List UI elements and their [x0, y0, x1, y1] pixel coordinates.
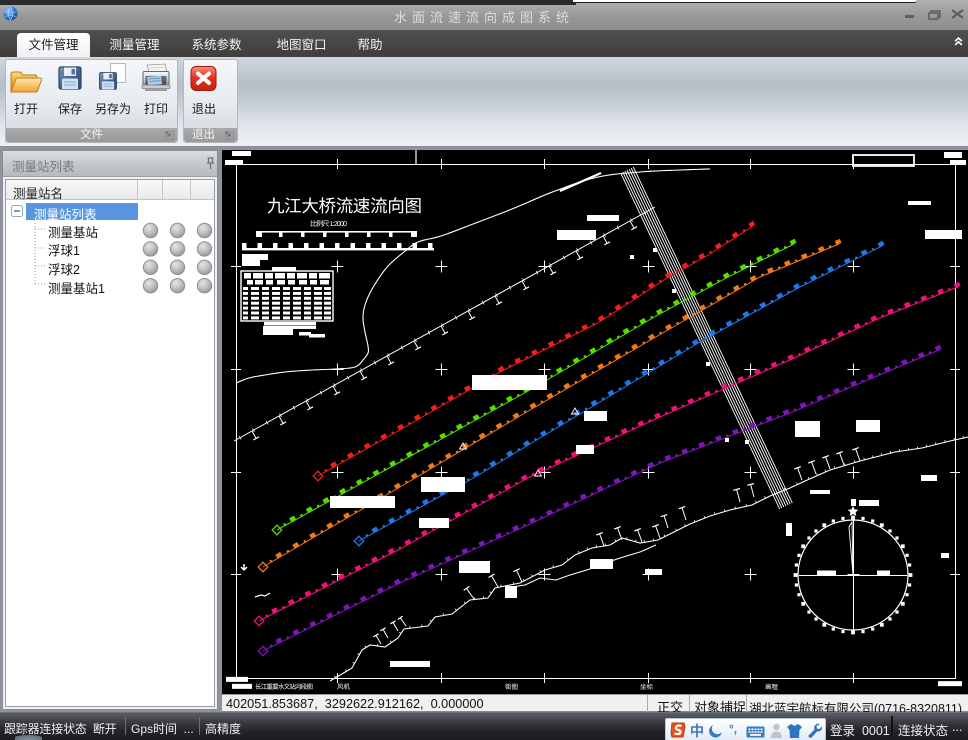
svg-text:长江重要水文站河段图: 长江重要水文站河段图 — [255, 683, 313, 691]
svg-text:风机: 风机 — [337, 683, 351, 691]
svg-text:九江大桥流速流向图: 九江大桥流速流向图 — [267, 196, 422, 216]
svg-text:比例尺 1:2000: 比例尺 1:2000 — [310, 220, 347, 228]
svg-text:坐标: 坐标 — [640, 683, 654, 691]
svg-text:高程: 高程 — [765, 683, 779, 691]
svg-text:街图: 街图 — [505, 683, 518, 691]
